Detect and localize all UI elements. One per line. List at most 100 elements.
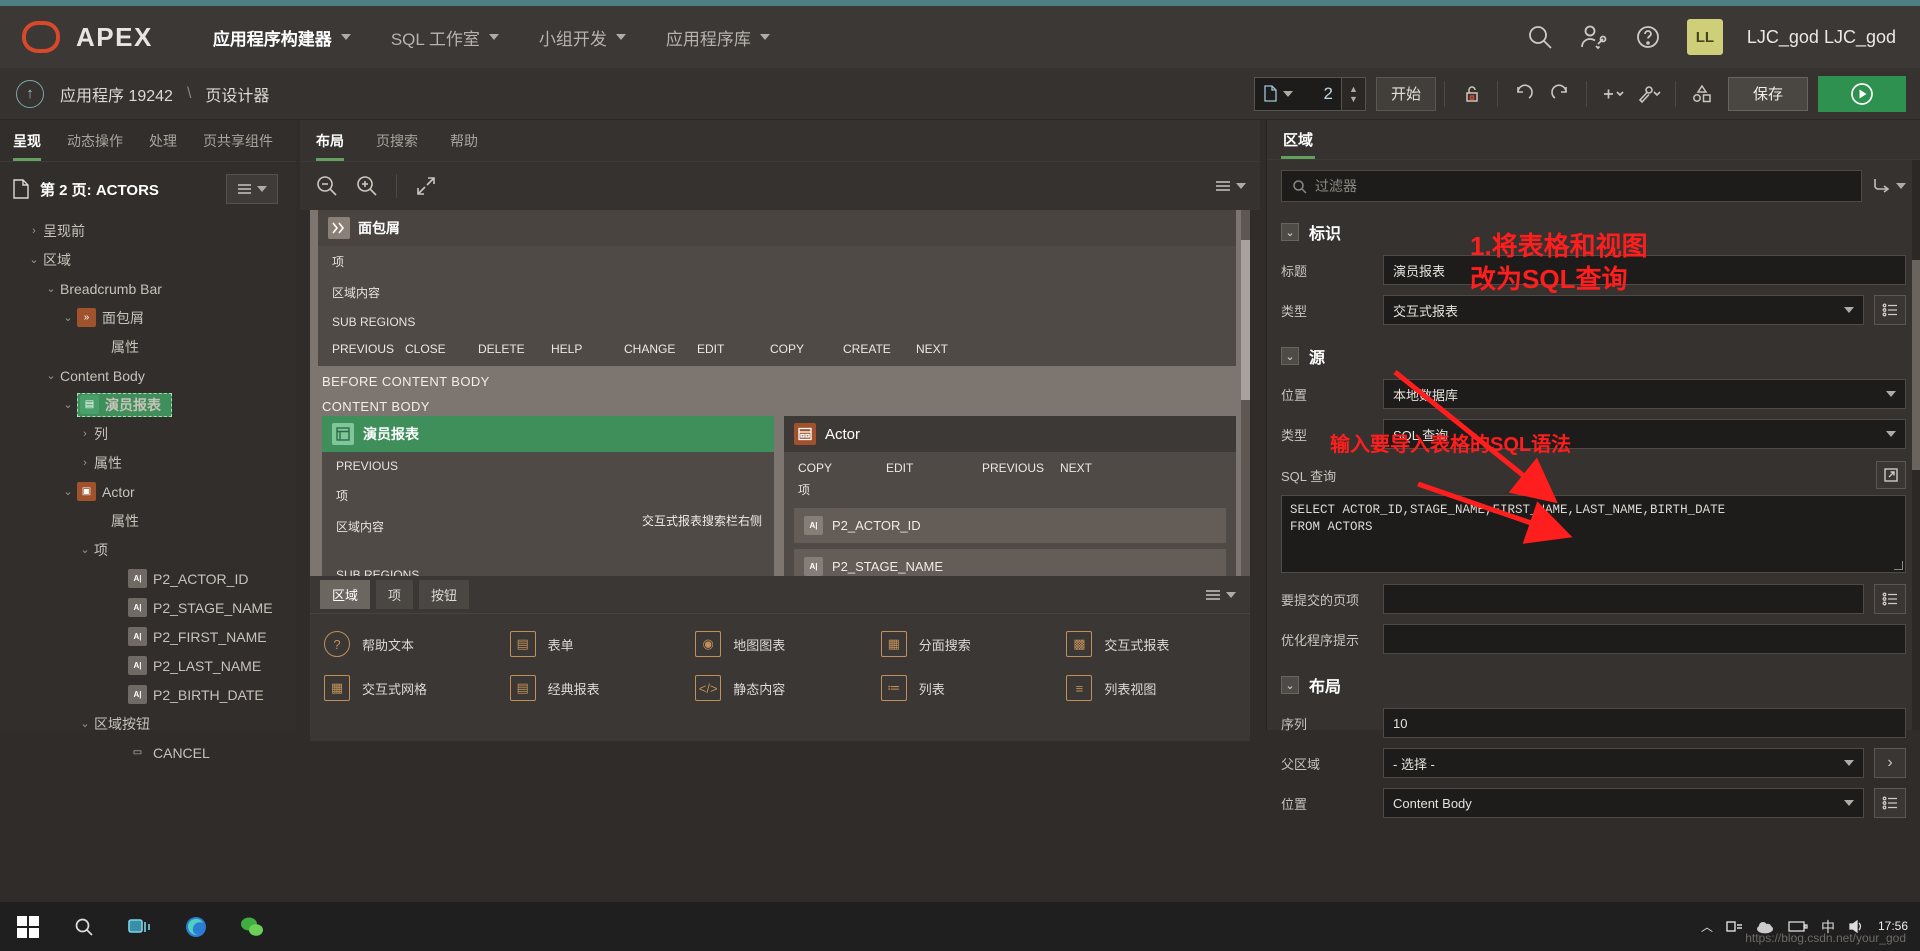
page-items-lov-button[interactable]	[1874, 584, 1906, 614]
slot-next[interactable]: NEXT	[1060, 461, 1133, 475]
edge-icon[interactable]	[168, 902, 224, 951]
tree-node[interactable]: A| P2_FIRST_NAME	[0, 622, 296, 651]
parent-region-goto-button[interactable]: ›	[1874, 748, 1906, 778]
canvas-scrollbar[interactable]	[1241, 210, 1250, 590]
canvas-page-item[interactable]: A| P2_ACTOR_ID	[794, 508, 1226, 543]
tree-node[interactable]: ⌄ 区域	[0, 245, 296, 274]
zoom-in-icon[interactable]	[350, 169, 384, 203]
search-icon[interactable]	[1525, 22, 1555, 52]
region-slot[interactable]: 项	[322, 480, 774, 511]
chevron-down-icon[interactable]: ⌄	[76, 543, 94, 556]
chevron-down-icon[interactable]: ⌄	[59, 311, 77, 324]
nav-item-sql-workshop[interactable]: SQL 工作室	[371, 6, 519, 68]
property-scrollbar-thumb[interactable]	[1912, 260, 1920, 470]
undo-icon[interactable]	[1506, 77, 1542, 111]
position-lov-button[interactable]	[1874, 788, 1906, 818]
tab-layout[interactable]: 布局	[300, 120, 360, 161]
nav-item-app-builder[interactable]: 应用程序构建器	[193, 6, 371, 68]
gallery-component[interactable]: ≡ 列表视图	[1058, 666, 1244, 710]
gallery-component[interactable]: ? 帮助文本	[316, 622, 502, 666]
section-identification[interactable]: ⌄ 标识	[1267, 212, 1920, 250]
tree-node[interactable]: ⌄ ▣ Actor	[0, 477, 296, 506]
tree-node[interactable]: ▭ CANCEL	[0, 738, 296, 767]
chevron-down-icon[interactable]: ⌄	[25, 253, 43, 266]
canvas-region-actor[interactable]: Actor COPY EDIT PREVIOUS NEXT 项 A| P2_AC…	[784, 416, 1236, 590]
region-slot[interactable]: PREVIOUS	[322, 452, 774, 480]
tree-node[interactable]: ⌄ 项	[0, 535, 296, 564]
gallery-component[interactable]: ▩ 交互式报表	[1058, 622, 1244, 666]
tree-node[interactable]: ⌄ ▤ 演员报表	[0, 390, 296, 419]
task-view-icon[interactable]	[112, 902, 168, 951]
tab-region-properties[interactable]: 区域	[1267, 120, 1329, 159]
slot-help[interactable]: HELP	[551, 342, 624, 356]
property-filter-input[interactable]: 过滤器	[1281, 170, 1862, 202]
utilities-icon[interactable]	[1631, 77, 1667, 111]
tree-node[interactable]: ⌄ Breadcrumb Bar	[0, 274, 296, 303]
gallery-tab-items[interactable]: 项	[376, 580, 414, 609]
page-stepper[interactable]: ▲ ▼	[1341, 76, 1366, 111]
breadcrumb-app[interactable]: 应用程序 19242	[60, 82, 173, 106]
tree-node[interactable]: A| P2_STAGE_NAME	[0, 593, 296, 622]
expand-icon[interactable]	[409, 169, 443, 203]
tree-node[interactable]: ⌄ Content Body	[0, 361, 296, 390]
page-node[interactable]: 第 2 页: ACTORS	[0, 162, 296, 214]
region-slot[interactable]: 项	[318, 246, 1236, 277]
tree-node[interactable]: A| P2_BIRTH_DATE	[0, 680, 296, 709]
collapse-toggle-icon[interactable]: ⌄	[1281, 347, 1299, 365]
search-icon[interactable]	[56, 902, 112, 951]
tab-shared-components[interactable]: 页共享组件	[190, 120, 286, 161]
avatar[interactable]: LL	[1686, 19, 1723, 55]
run-page-button[interactable]	[1818, 75, 1906, 112]
tab-help[interactable]: 帮助	[434, 120, 494, 161]
slot-change[interactable]: CHANGE	[624, 342, 697, 356]
slot-create[interactable]: CREATE	[843, 342, 916, 356]
gallery-tab-buttons[interactable]: 按钮	[419, 580, 470, 609]
collapse-toggle-icon[interactable]: ⌄	[1281, 223, 1299, 241]
wechat-icon[interactable]	[224, 902, 280, 951]
slot-copy[interactable]: COPY	[770, 342, 843, 356]
tree-node[interactable]: › 属性	[0, 448, 296, 477]
layout-canvas[interactable]: 面包屑 项 区域内容 SUB REGIONS PREVIOUS CLOSE DE…	[310, 210, 1250, 590]
gallery-component[interactable]: ▦ 交互式网格	[316, 666, 502, 710]
nav-item-app-gallery[interactable]: 应用程序库	[646, 6, 790, 68]
gallery-component[interactable]: ▤ 经典报表	[502, 666, 688, 710]
region-type-lov-button[interactable]	[1874, 295, 1906, 325]
gallery-component[interactable]: ◉ 地图图表	[687, 622, 873, 666]
region-type-select[interactable]: 交互式报表	[1383, 295, 1864, 325]
slot-previous[interactable]: PREVIOUS	[332, 342, 405, 356]
expand-editor-button[interactable]	[1876, 461, 1906, 489]
region-slot[interactable]: 项	[784, 477, 1236, 502]
tree-node[interactable]: A| P2_LAST_NAME	[0, 651, 296, 680]
canvas-region-report[interactable]: 演员报表 PREVIOUS 项 区域内容 SUB REGIONS NEXT 交互…	[322, 416, 774, 590]
chevron-down-icon[interactable]: ⌄	[42, 282, 60, 295]
tab-page-search[interactable]: 页搜索	[360, 120, 434, 161]
chevron-down-icon[interactable]: ⌄	[42, 369, 60, 382]
chevron-down-icon[interactable]: ⌄	[59, 485, 77, 498]
redo-icon[interactable]	[1542, 77, 1578, 111]
start-icon[interactable]	[0, 902, 56, 951]
gallery-component[interactable]: </> 静态内容	[687, 666, 873, 710]
chevron-down-icon[interactable]: ⌄	[59, 398, 77, 411]
sql-query-textarea[interactable]: SELECT ACTOR_ID,STAGE_NAME,FIRST_NAME,LA…	[1281, 495, 1906, 573]
parent-region-select[interactable]: - 选择 -	[1383, 748, 1864, 778]
property-scrollbar[interactable]	[1912, 160, 1920, 730]
back-up-button[interactable]: ↑	[16, 79, 44, 108]
chevron-right-icon[interactable]: ›	[25, 225, 43, 237]
save-button[interactable]: 保存	[1727, 76, 1808, 111]
region-slot[interactable]: 区域内容	[318, 277, 1236, 308]
chevron-up-icon[interactable]: ︿	[1701, 918, 1713, 935]
section-layout[interactable]: ⌄ 布局	[1267, 659, 1920, 703]
tree-node[interactable]: ⌄ 区域按钮	[0, 709, 296, 738]
slot-previous[interactable]: PREVIOUS	[982, 461, 1060, 475]
add-icon[interactable]	[1595, 77, 1631, 111]
slot-close[interactable]: CLOSE	[405, 342, 478, 356]
page-selector[interactable]: 2	[1253, 76, 1342, 111]
help-icon[interactable]	[1633, 22, 1663, 52]
chevron-down-icon[interactable]: ⌄	[76, 717, 94, 730]
nav-item-team-dev[interactable]: 小组开发	[519, 6, 646, 68]
slot-next[interactable]: NEXT	[916, 342, 989, 356]
gallery-component[interactable]: ≔ 列表	[873, 666, 1059, 710]
zoom-out-icon[interactable]	[310, 169, 344, 203]
region-slot[interactable]: SUB REGIONS	[318, 308, 1236, 336]
canvas-scrollbar-thumb[interactable]	[1241, 240, 1250, 400]
